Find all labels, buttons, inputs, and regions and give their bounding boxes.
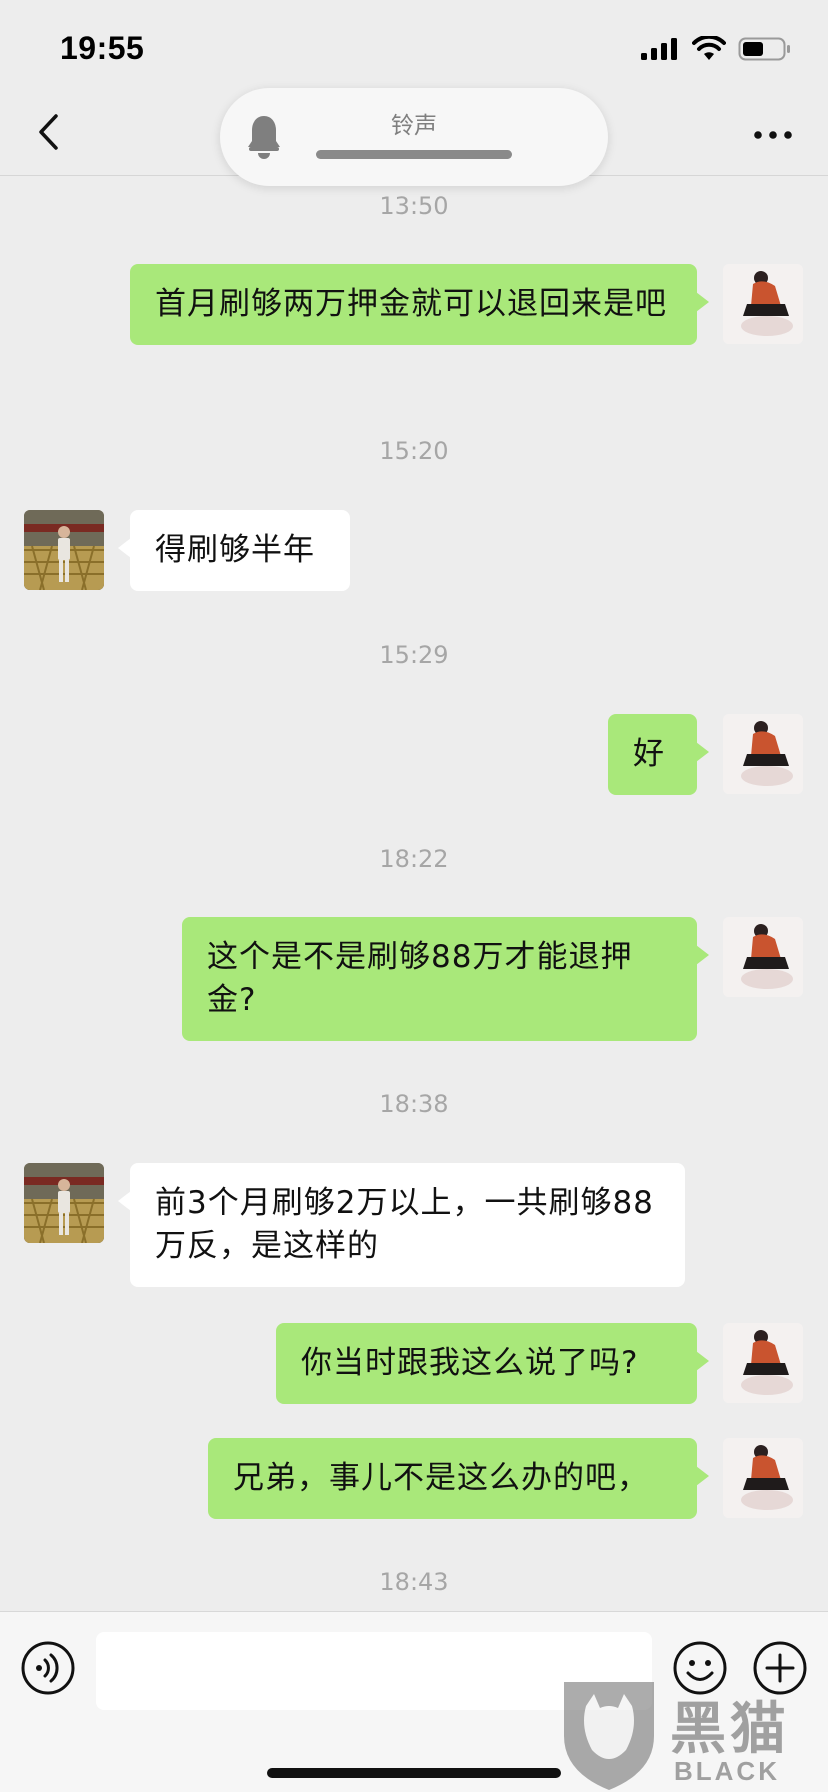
my-avatar[interactable] xyxy=(723,917,803,997)
status-bar: 19:55 xyxy=(0,0,828,100)
voice-icon xyxy=(20,1641,76,1700)
timestamp: 18:38 xyxy=(379,1090,449,1118)
ringtone-label: 铃声 xyxy=(391,113,437,139)
message-bubble-sent[interactable]: 兄弟，事儿不是这么办的吧， xyxy=(208,1438,709,1519)
chevron-left-icon xyxy=(37,113,59,155)
contact-avatar[interactable] xyxy=(24,1163,104,1243)
wifi-icon xyxy=(692,34,726,66)
timestamp: 13:50 xyxy=(379,192,449,220)
signal-icon xyxy=(640,37,680,65)
timestamp: 15:20 xyxy=(379,437,449,465)
my-avatar[interactable] xyxy=(723,264,803,344)
more-button[interactable] xyxy=(748,112,798,156)
timestamp: 18:43 xyxy=(379,1568,449,1596)
message-bubble-sent[interactable]: 首月刷够两万押金就可以退回来是吧 xyxy=(130,264,709,345)
battery-icon xyxy=(738,36,792,66)
cat-logo-icon xyxy=(556,1676,662,1792)
watermark: 黑猫 BLACK CAT xyxy=(556,1676,828,1792)
status-time: 19:55 xyxy=(60,30,145,66)
ringtone-popup[interactable]: 铃声 xyxy=(220,88,608,186)
status-icons xyxy=(640,34,792,66)
my-avatar[interactable] xyxy=(723,1323,803,1403)
home-indicator xyxy=(267,1768,561,1778)
more-dots-icon xyxy=(753,125,793,144)
message-bubble-sent[interactable]: 你当时跟我这么说了吗? xyxy=(276,1323,709,1404)
contact-avatar[interactable] xyxy=(24,510,104,590)
voice-button[interactable] xyxy=(20,1640,76,1696)
timestamp: 15:29 xyxy=(379,641,449,669)
message-bubble-sent[interactable]: 好 xyxy=(608,714,709,795)
chat-area[interactable]: 13:50 首月刷够两万押金就可以退回来是吧 15:20 得刷够半年 15:29 xyxy=(0,177,828,1611)
timestamp: 18:22 xyxy=(379,845,449,873)
my-avatar[interactable] xyxy=(723,1438,803,1518)
my-avatar[interactable] xyxy=(723,714,803,794)
back-button[interactable] xyxy=(26,112,70,156)
message-bubble-sent[interactable]: 这个是不是刷够88万才能退押金? xyxy=(182,917,709,1041)
message-bubble-received[interactable]: 前3个月刷够2万以上，一共刷够88万反，是这样的 xyxy=(118,1163,685,1287)
message-bubble-received[interactable]: 得刷够半年 xyxy=(118,510,350,591)
ringtone-volume-bar[interactable] xyxy=(316,150,512,159)
watermark-text-en: BLACK CAT xyxy=(674,1756,780,1792)
watermark-text-cn: 黑猫 xyxy=(670,1697,790,1762)
